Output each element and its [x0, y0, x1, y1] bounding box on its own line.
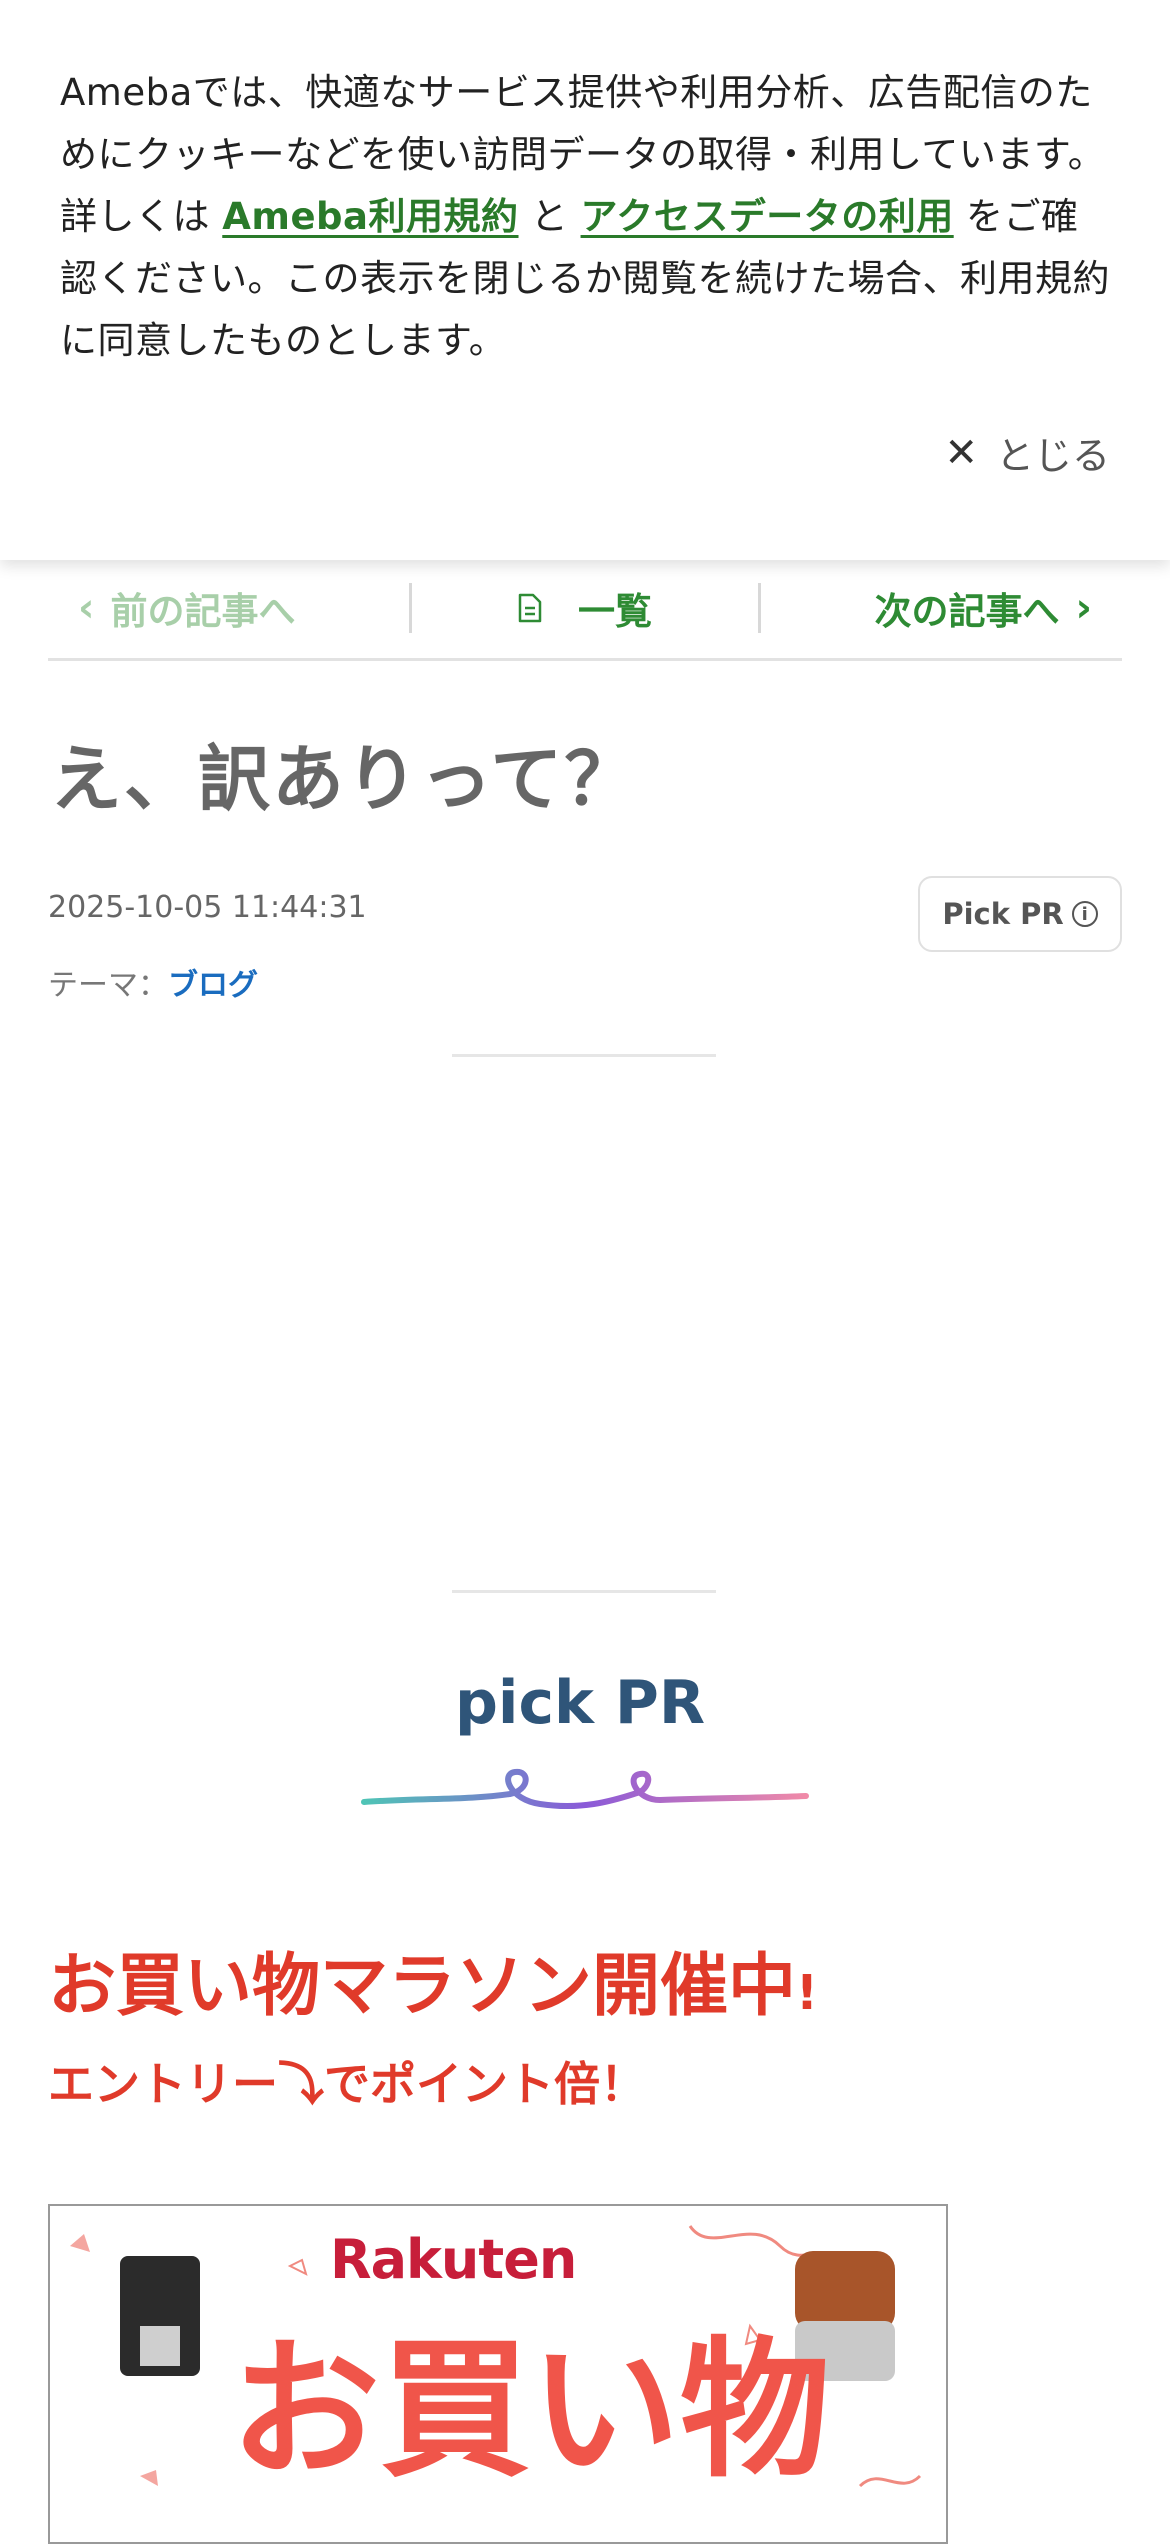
- cookie-banner: Amebaでは、快適なサービス提供や利用分析、広告配信のためにクッキーなどを使い…: [0, 0, 1170, 560]
- cookie-close-label: とじる: [995, 434, 1110, 478]
- prev-article-link[interactable]: ‹ 前の記事へ: [48, 583, 412, 633]
- next-article-link[interactable]: 次の記事へ ›: [761, 583, 1122, 633]
- pick-pr-button-label: Pick PR: [942, 897, 1064, 931]
- content-divider-bottom: [452, 1590, 716, 1593]
- pick-pr-button[interactable]: Pick PR i: [918, 876, 1122, 952]
- banner-headline: お買い物: [230, 2324, 831, 2498]
- promo-subline: エントリー⤵でポイント倍！: [48, 2057, 646, 2111]
- chevron-left-icon: ‹: [78, 585, 95, 631]
- close-icon: ✕: [944, 429, 978, 476]
- nav-divider: [48, 658, 1122, 661]
- article-theme: テーマ：ブログ: [48, 960, 258, 1004]
- article-title: え、訳ありって？: [50, 737, 639, 821]
- pick-pr-heading: pick PR: [454, 1668, 706, 1738]
- info-icon: i: [1071, 901, 1098, 927]
- promo-headline: お買い物マラソン開催中!: [48, 1930, 818, 2029]
- access-data-link[interactable]: アクセスデータの利用: [581, 195, 954, 238]
- cookie-close-button[interactable]: ✕ とじる: [944, 425, 1110, 480]
- next-article-label: 次の記事へ: [874, 590, 1060, 633]
- cookie-notice-text: Amebaでは、快適なサービス提供や利用分析、広告配信のためにクッキーなどを使い…: [60, 71, 1110, 362]
- article-nav: ‹ 前の記事へ 一覧 次の記事へ ›: [48, 555, 1122, 661]
- ribbon-decoration-icon: [361, 1768, 809, 1810]
- document-icon: [518, 593, 542, 623]
- promo-headline-mark: !: [796, 1965, 818, 2021]
- article-list-label: 一覧: [578, 590, 652, 633]
- article-datetime: 2025-10-05 11:44:31: [48, 890, 367, 925]
- article-list-link[interactable]: 一覧: [412, 583, 762, 633]
- terms-link[interactable]: Ameba利用規約: [222, 195, 518, 238]
- theme-label: テーマ：: [48, 968, 168, 1003]
- content-divider-top: [452, 1054, 716, 1057]
- prev-article-label: 前の記事へ: [110, 590, 296, 633]
- rakuten-promo-banner[interactable]: Rakuten お買い物: [48, 2204, 948, 2544]
- chevron-right-icon: ›: [1075, 585, 1093, 631]
- rakuten-logo: Rakuten: [330, 2228, 577, 2291]
- theme-link[interactable]: ブログ: [168, 968, 258, 1003]
- promo-headline-text: お買い物マラソン開催中: [48, 1947, 797, 2026]
